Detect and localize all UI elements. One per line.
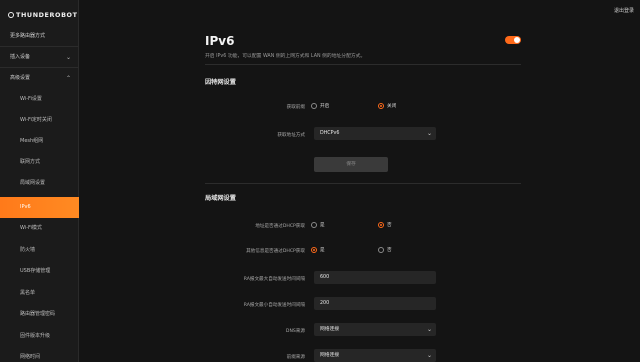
sidebar-item-label: IPv6: [20, 204, 31, 210]
sidebar-item-label: Wi-Fi定时关闭: [20, 117, 52, 123]
other-dhcp-yes-radio[interactable]: 是: [311, 247, 325, 253]
sidebar-item-wifi-mode[interactable]: Wi-Fi模式: [0, 218, 79, 239]
radio-icon: [311, 222, 317, 228]
ra-min-input[interactable]: 200: [314, 297, 436, 310]
sidebar-item-ipv6[interactable]: IPv6: [0, 197, 79, 218]
chevron-down-icon: ⌄: [65, 54, 71, 61]
sidebar: THUNDEROBOT 更多路由器方式 插入设备 ⌄ 高级设置 ⌃ Wi-Fi设置 …: [0, 0, 79, 362]
chevron-up-icon: ⌃: [65, 75, 71, 82]
ra-max-label: RA报文最大自动发送时间间隔: [243, 277, 305, 282]
sidebar-item-firmware-upgrade[interactable]: 固件版本升级: [0, 326, 79, 347]
sidebar-item-admin-password[interactable]: 路由器管理密码: [0, 304, 79, 325]
sidebar-item-lan-settings[interactable]: 局域网设置: [0, 173, 79, 194]
addr-mode-label: 获取地址方式: [277, 133, 305, 138]
sidebar-item-label: 局域网设置: [20, 180, 46, 186]
logo-icon: [8, 12, 14, 18]
sidebar-item-label: 高级设置: [10, 75, 31, 81]
sidebar-item-usb-storage[interactable]: USB存储管理: [0, 261, 79, 282]
addr-dhcp-label: 地址是否通过DHCP获取: [255, 224, 305, 229]
select-value: 网络连接: [320, 327, 340, 332]
addr-mode-select[interactable]: DHCPv6 ⌄: [314, 127, 436, 140]
sidebar-item-label: 路由器管理密码: [20, 311, 56, 317]
sidebar-item-label: USB存储管理: [20, 268, 51, 274]
sidebar-item-label: 更多路由器方式: [10, 33, 46, 39]
get-prefix-label: 获取前缀: [286, 105, 305, 110]
sidebar-item-wifi-schedule[interactable]: Wi-Fi定时关闭: [0, 110, 79, 131]
sidebar-item-internet-mode[interactable]: 联网方式: [0, 152, 79, 173]
ra-min-label: RA报文最小自动发送时间间隔: [243, 303, 305, 308]
radio-icon: [311, 103, 317, 109]
page-description: 开启 IPv6 功能，可以配置 WAN 侧的上网方式和 LAN 侧的地址分配方式…: [205, 54, 366, 59]
divider: [205, 64, 521, 65]
chevron-down-icon: ⌄: [426, 130, 432, 137]
radio-selected-icon: [378, 103, 384, 109]
sidebar-item-network-time[interactable]: 网络时间: [0, 347, 79, 362]
sidebar-item-connected-devices[interactable]: 插入设备 ⌄: [0, 47, 79, 68]
radio-label: 是: [320, 223, 325, 228]
page-title: IPv6: [205, 34, 235, 48]
dns-source-select[interactable]: 网络连接 ⌄: [314, 323, 436, 336]
chevron-down-icon: ⌄: [426, 352, 432, 359]
radio-icon: [378, 247, 384, 253]
radio-label: 是: [320, 248, 325, 253]
radio-label: 否: [387, 223, 392, 228]
main-panel: 退出登录 IPv6 开启 IPv6 功能，可以配置 WAN 侧的上网方式和 LA…: [80, 0, 640, 362]
addr-dhcp-yes-radio[interactable]: 是: [311, 222, 325, 228]
radio-label: 否: [387, 248, 392, 253]
save-button[interactable]: 保存: [314, 157, 388, 172]
dns-source-label: DNS来源: [285, 329, 305, 334]
toggle-knob: [514, 37, 520, 43]
sidebar-item-label: Wi-Fi模式: [20, 225, 42, 231]
divider: [205, 183, 521, 184]
sidebar-item-label: 网络时间: [20, 354, 41, 360]
select-value: 网络连接: [320, 353, 340, 358]
wan-section-title: 因特网设置: [205, 79, 236, 86]
brand-logo[interactable]: THUNDEROBOT: [8, 11, 78, 19]
radio-selected-icon: [311, 247, 317, 253]
sidebar-item-wifi-settings[interactable]: Wi-Fi设置: [0, 89, 79, 110]
ipv6-toggle[interactable]: [505, 36, 521, 44]
sidebar-item-label: 固件版本升级: [20, 333, 51, 339]
radio-label: 开启: [320, 104, 330, 109]
other-dhcp-no-radio[interactable]: 否: [378, 247, 392, 253]
sidebar-item-mesh[interactable]: Mesh组网: [0, 131, 79, 152]
sidebar-item-blacklist[interactable]: 黑名单: [0, 283, 79, 304]
sidebar-item-firewall[interactable]: 防火墙: [0, 240, 79, 261]
select-value: DHCPv6: [320, 131, 340, 136]
prefix-source-select[interactable]: 网络连接 ⌄: [314, 349, 436, 362]
radio-label: 关闭: [387, 104, 397, 109]
ra-max-input[interactable]: 600: [314, 271, 436, 284]
sidebar-item-label: Mesh组网: [20, 138, 44, 144]
radio-selected-icon: [378, 222, 384, 228]
sidebar-item-label: 防火墙: [20, 247, 36, 253]
prefix-source-label: 前缀来源: [286, 355, 305, 360]
sidebar-item-label: Wi-Fi设置: [20, 96, 42, 102]
sidebar-item-more-methods[interactable]: 更多路由器方式: [0, 26, 79, 47]
logout-link[interactable]: 退出登录: [614, 7, 634, 14]
lan-section-title: 局域网设置: [205, 195, 236, 202]
addr-dhcp-no-radio[interactable]: 否: [378, 222, 392, 228]
sidebar-item-label: 联网方式: [20, 159, 41, 165]
logo-text: THUNDEROBOT: [16, 11, 78, 19]
get-prefix-on-radio[interactable]: 开启: [311, 103, 329, 109]
sidebar-item-label: 黑名单: [20, 290, 36, 296]
sidebar-item-advanced[interactable]: 高级设置 ⌃: [0, 68, 79, 89]
other-dhcp-label: 其他信息是否通过DHCP获取: [246, 249, 305, 254]
chevron-down-icon: ⌄: [426, 326, 432, 333]
get-prefix-off-radio[interactable]: 关闭: [378, 103, 396, 109]
sidebar-item-label: 插入设备: [10, 54, 31, 60]
